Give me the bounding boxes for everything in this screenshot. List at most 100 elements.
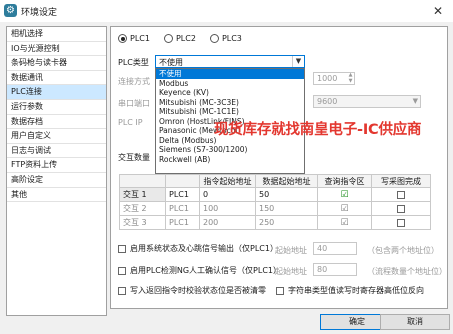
sys-status-option[interactable]: 启用系统状态及心跳信号输出（仅PLC1） bbox=[118, 243, 278, 254]
row-name-cell[interactable]: 交互 1 bbox=[119, 187, 166, 202]
plc-type-option[interactable]: Mitsubishi (MC-3C3E) bbox=[156, 98, 304, 108]
row-write-cell[interactable] bbox=[371, 187, 431, 202]
table-row[interactable]: 交互 3 PLC1 200 250 ☑ bbox=[119, 215, 431, 230]
spin-arrows-icon[interactable]: ▲ ▼ bbox=[346, 72, 355, 85]
plc-type-option[interactable]: Rockwell (AB) bbox=[156, 155, 304, 165]
plc-radio-1[interactable]: PLC1 bbox=[118, 34, 150, 43]
write-back-option[interactable]: 写入返回指令时校验状态位是否被清零 bbox=[118, 285, 266, 296]
interaction-count-label: 交互数量 bbox=[118, 153, 150, 162]
column-header-data-addr: 数据起始地址 bbox=[255, 174, 318, 188]
sidebar-item[interactable]: 运行参数 bbox=[7, 100, 106, 115]
title-bar: ⚙ 环境设定 ✕ bbox=[0, 0, 453, 22]
plc-selector: PLC1 PLC2 PLC3 bbox=[118, 34, 242, 43]
plc-type-option[interactable]: Modbus bbox=[156, 79, 304, 89]
table-row[interactable]: 交互 2 PLC1 100 150 ☑ bbox=[119, 201, 431, 216]
column-header-write: 写采图完成 bbox=[371, 174, 431, 188]
baud-rate-value: 9600 bbox=[317, 97, 338, 106]
plc-radio-label: PLC2 bbox=[175, 34, 196, 43]
window-title: 环境设定 bbox=[21, 8, 58, 18]
settings-gear-icon: ⚙ bbox=[4, 4, 17, 17]
ng-confirm-addr-input[interactable]: 80 bbox=[313, 263, 357, 276]
write-done-checkbox[interactable] bbox=[397, 218, 405, 227]
plc-ip-label: PLC IP bbox=[118, 118, 143, 127]
row-data-addr-cell[interactable]: 50 bbox=[255, 187, 318, 202]
row-plc-cell[interactable]: PLC1 bbox=[165, 201, 200, 216]
watermark-text: 现货库存就找南皇电子-IC供应商 bbox=[214, 122, 422, 138]
column-header bbox=[119, 174, 166, 188]
row-query-cell[interactable]: ☑ bbox=[317, 187, 372, 202]
string-swap-checkbox[interactable] bbox=[276, 286, 284, 295]
sidebar-item[interactable]: 日志与调试 bbox=[7, 144, 106, 159]
row-data-addr-cell[interactable]: 250 bbox=[255, 215, 318, 230]
string-swap-option[interactable]: 字符串类型值读写时寄存器高低位反向 bbox=[276, 285, 424, 296]
plc-type-option[interactable]: Mitsubishi (MC-1C1E) bbox=[156, 107, 304, 117]
row-plc-cell[interactable]: PLC1 bbox=[165, 215, 200, 230]
ng-confirm-note: （流程数量个地址位） bbox=[367, 267, 447, 276]
sidebar-item[interactable]: 相机选择 bbox=[7, 27, 106, 42]
checkmark-icon[interactable]: ☑ bbox=[340, 204, 348, 214]
interaction-table: 指令起始地址 数据起始地址 查询指令区 写采图完成 交互 1 PLC1 0 50 ☑ 交互… bbox=[119, 174, 431, 230]
checkmark-icon[interactable]: ☑ bbox=[340, 218, 348, 228]
radio-dot-icon[interactable] bbox=[118, 34, 127, 43]
row-name-cell[interactable]: 交互 2 bbox=[119, 201, 166, 216]
write-back-label: 写入返回指令时校验状态位是否被清零 bbox=[130, 286, 266, 295]
write-done-checkbox[interactable] bbox=[397, 204, 405, 213]
row-cmd-addr-cell[interactable]: 100 bbox=[199, 201, 256, 216]
plc-type-value: 不使用 bbox=[159, 58, 183, 67]
row-plc-cell[interactable]: PLC1 bbox=[165, 187, 200, 202]
write-done-checkbox[interactable] bbox=[397, 190, 405, 199]
row-write-cell[interactable] bbox=[371, 201, 431, 216]
plc-type-option[interactable]: 不使用 bbox=[156, 69, 304, 79]
plc-radio-2[interactable]: PLC2 bbox=[163, 34, 196, 43]
sidebar-item[interactable]: PLC连接 bbox=[7, 85, 106, 100]
close-icon[interactable]: ✕ bbox=[428, 2, 448, 20]
radio-dot-icon[interactable] bbox=[163, 34, 173, 43]
radio-dot-icon[interactable] bbox=[209, 34, 219, 43]
checkmark-icon[interactable]: ☑ bbox=[340, 190, 348, 200]
row-write-cell[interactable] bbox=[371, 215, 431, 230]
sidebar-item[interactable]: 数据存档 bbox=[7, 115, 106, 130]
chevron-down-icon: ▼ bbox=[412, 97, 418, 105]
sidebar-item[interactable]: 其他 bbox=[7, 188, 106, 203]
table-row[interactable]: 交互 1 PLC1 0 50 ☑ bbox=[119, 187, 431, 202]
ng-confirm-checkbox[interactable] bbox=[118, 266, 126, 275]
plc-radio-3[interactable]: PLC3 bbox=[209, 34, 242, 43]
column-header-cmd-addr: 指令起始地址 bbox=[199, 174, 256, 188]
row-cmd-addr-cell[interactable]: 200 bbox=[199, 215, 256, 230]
sidebar-item[interactable]: IO与光源控制 bbox=[7, 42, 106, 57]
plc-type-option[interactable]: Keyence (KV) bbox=[156, 88, 304, 98]
sidebar-item[interactable]: 用户自定义 bbox=[7, 129, 106, 144]
plc-type-option[interactable]: Siemens (S7-300/1200) bbox=[156, 145, 304, 155]
ng-confirm-option[interactable]: 启用PLC检测NG人工确认信号（仅PLC1） bbox=[118, 265, 281, 276]
connect-mode-label: 连接方式 bbox=[118, 77, 150, 86]
table-header-row: 指令起始地址 数据起始地址 查询指令区 写采图完成 bbox=[119, 174, 431, 188]
chevron-down-icon[interactable]: ▼ bbox=[292, 56, 304, 67]
plc-type-select[interactable]: 不使用 ▼ bbox=[155, 55, 305, 68]
baud-rate-select[interactable]: 9600 ▼ bbox=[313, 95, 421, 108]
string-swap-label: 字符串类型值读写时寄存器高低位反向 bbox=[288, 286, 424, 295]
row-query-cell[interactable]: ☑ bbox=[317, 215, 372, 230]
com-port-label: 串口端口 bbox=[118, 99, 150, 108]
settings-sidebar: 相机选择 IO与光源控制 条码枪与读卡器 数据通讯 PLC连接 运行参数 数据存档 用户自定义… bbox=[6, 26, 107, 316]
row-query-cell[interactable]: ☑ bbox=[317, 201, 372, 216]
column-header bbox=[165, 174, 200, 188]
plc-radio-label: PLC1 bbox=[130, 34, 150, 43]
sidebar-item[interactable]: 高阶设定 bbox=[7, 173, 106, 188]
sys-status-checkbox[interactable] bbox=[118, 244, 126, 253]
row-cmd-addr-cell[interactable]: 0 bbox=[199, 187, 256, 202]
sidebar-item[interactable]: FTP资料上传 bbox=[7, 158, 106, 173]
row-name-cell[interactable]: 交互 3 bbox=[119, 215, 166, 230]
sys-status-note: （包含两个地址位） bbox=[367, 246, 439, 255]
write-back-checkbox[interactable] bbox=[118, 286, 126, 295]
ng-confirm-addr-label: 起始地址 bbox=[275, 267, 307, 276]
sidebar-item[interactable]: 数据通讯 bbox=[7, 71, 106, 86]
sidebar-item[interactable]: 条码枪与读卡器 bbox=[7, 56, 106, 71]
plc-radio-label: PLC3 bbox=[221, 34, 242, 43]
cancel-button[interactable]: 取消 bbox=[380, 314, 450, 330]
sys-status-addr-label: 起始地址 bbox=[275, 246, 307, 255]
row-data-addr-cell[interactable]: 150 bbox=[255, 201, 318, 216]
sys-status-addr-input[interactable]: 40 bbox=[313, 242, 357, 255]
column-header-query: 查询指令区 bbox=[317, 174, 372, 188]
plc-type-label: PLC类型 bbox=[118, 58, 149, 67]
ng-confirm-label: 启用PLC检测NG人工确认信号（仅PLC1） bbox=[130, 266, 282, 275]
